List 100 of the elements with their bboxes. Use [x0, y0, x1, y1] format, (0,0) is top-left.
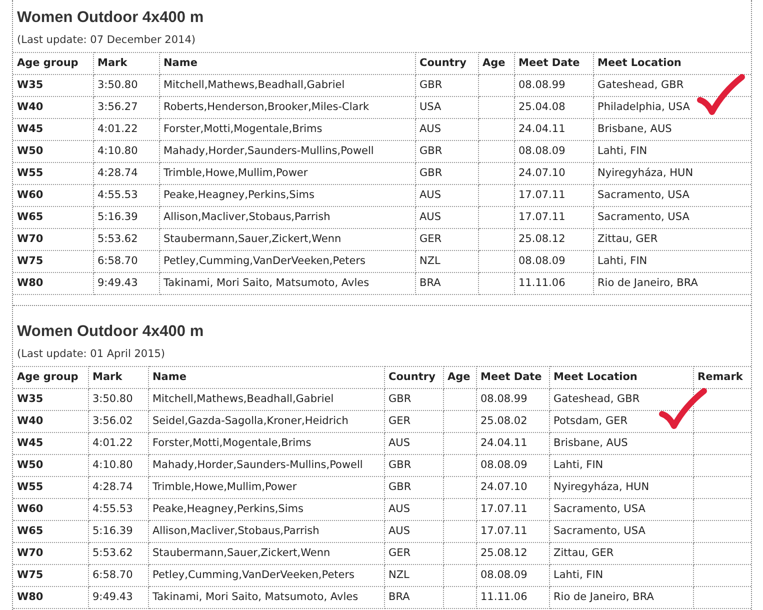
section-title: Women Outdoor 4x400 m: [17, 8, 205, 28]
column-header: Country: [384, 366, 443, 388]
table-cell: AUS: [384, 432, 443, 454]
table-cell: W40: [13, 96, 93, 118]
table-cell: 25.08.02: [476, 410, 549, 432]
table-cell: 17.07.11: [514, 184, 593, 206]
column-header: Mark: [88, 366, 148, 388]
table-cell: Takinami, Mori Saito, Matsumoto, Avles: [159, 272, 415, 294]
table-cell: W65: [13, 520, 88, 542]
table-cell: GBR: [415, 162, 478, 184]
column-header: Meet Date: [514, 52, 593, 74]
table-cell: NZL: [415, 250, 478, 272]
table-cell: Lahti, FIN: [549, 454, 693, 476]
table-cell: BRA: [384, 586, 443, 608]
table-cell: 4:01.22: [93, 118, 159, 140]
table-cell: Staubermann,Sauer,Zickert,Wenn: [148, 542, 384, 564]
table-cell: W50: [13, 140, 93, 162]
table-cell: GBR: [415, 74, 478, 96]
table-cell: 11.11.06: [514, 272, 593, 294]
table-cell: 17.07.11: [476, 520, 549, 542]
table-cell: W35: [13, 388, 88, 410]
table-cell: Brisbane, AUS: [549, 432, 693, 454]
table-cell: Roberts,Henderson,Brooker,Miles-Clark: [159, 96, 415, 118]
table-cell: Sacramento, USA: [549, 498, 693, 520]
column-header: Age group: [13, 52, 93, 74]
table-cell: W45: [13, 118, 93, 140]
table-cell: W75: [13, 250, 93, 272]
table-cell: W40: [13, 410, 88, 432]
table-cell: Mahady,Horder,Saunders-Mullins,Powell: [148, 454, 384, 476]
table-cell: 11.11.06: [476, 586, 549, 608]
table-cell: GBR: [415, 140, 478, 162]
table-cell: W55: [13, 162, 93, 184]
table-cell: GER: [384, 410, 443, 432]
table-cell: Allison,Macliver,Stobaus,Parrish: [148, 520, 384, 542]
table-cell: 4:55.53: [88, 498, 148, 520]
table-cell: 4:10.80: [88, 454, 148, 476]
table-cell: W35: [13, 74, 93, 96]
column-header: Age: [478, 52, 514, 74]
table-cell: GBR: [384, 476, 443, 498]
table-cell: Lahti, FIN: [549, 564, 693, 586]
table-cell: Mahady,Horder,Saunders-Mullins,Powell: [159, 140, 415, 162]
table-cell: 4:55.53: [93, 184, 159, 206]
table-cell: 3:56.27: [93, 96, 159, 118]
table-cell: 24.04.11: [476, 432, 549, 454]
table-cell: Sacramento, USA: [549, 520, 693, 542]
table-cell: Trimble,Howe,Mullim,Power: [159, 162, 415, 184]
table-cell: 5:53.62: [93, 228, 159, 250]
table-cell: Allison,Macliver,Stobaus,Parrish: [159, 206, 415, 228]
table-cell: W80: [13, 586, 88, 608]
table-cell: AUS: [384, 498, 443, 520]
column-header: Name: [159, 52, 415, 74]
last-update-text: (Last update: 07 December 2014): [17, 33, 196, 48]
table-cell: AUS: [384, 520, 443, 542]
table-cell: Seidel,Gazda-Sagolla,Kroner,Heidrich: [148, 410, 384, 432]
table-cell: 08.08.09: [476, 454, 549, 476]
table-cell: 6:58.70: [88, 564, 148, 586]
table-cell: W45: [13, 432, 88, 454]
column-header: Meet Date: [476, 366, 549, 388]
table-cell: Mitchell,Mathews,Beadhall,Gabriel: [159, 74, 415, 96]
table-cell: 5:16.39: [93, 206, 159, 228]
table-cell: 9:49.43: [93, 272, 159, 294]
column-header: Name: [148, 366, 384, 388]
table-cell: GER: [415, 228, 478, 250]
table-cell: 6:58.70: [93, 250, 159, 272]
table-cell: W70: [13, 542, 88, 564]
column-header: Remark: [693, 366, 751, 388]
column-header: Mark: [93, 52, 159, 74]
table-cell: Petley,Cumming,VanDerVeeken,Peters: [148, 564, 384, 586]
table-cell: GER: [384, 542, 443, 564]
table-cell: W55: [13, 476, 88, 498]
table-cell: BRA: [415, 272, 478, 294]
table-cell: Rio de Janeiro, BRA: [549, 586, 693, 608]
table-cell: 17.07.11: [514, 206, 593, 228]
table-cell: Mitchell,Mathews,Beadhall,Gabriel: [148, 388, 384, 410]
table-cell: AUS: [415, 184, 478, 206]
table-cell: Takinami, Mori Saito, Matsumoto, Avles: [148, 586, 384, 608]
column-header: Meet Location: [593, 52, 751, 74]
table-cell: Gateshead, GBR: [549, 388, 693, 410]
table-cell: Forster,Motti,Mogentale,Brims: [159, 118, 415, 140]
table-cell: 08.08.09: [514, 250, 593, 272]
table-cell: 08.08.99: [476, 388, 549, 410]
table-cell: W50: [13, 454, 88, 476]
section-title: Women Outdoor 4x400 m: [17, 322, 205, 342]
table-cell: 25.08.12: [514, 228, 593, 250]
table-cell: 24.07.10: [514, 162, 593, 184]
table-cell: 5:53.62: [88, 542, 148, 564]
table-cell: W65: [13, 206, 93, 228]
table-cell: 4:28.74: [88, 476, 148, 498]
table-cell: 4:01.22: [88, 432, 148, 454]
table-cell: 24.04.11: [514, 118, 593, 140]
table-cell: 08.08.09: [514, 140, 593, 162]
table-cell: Forster,Motti,Mogentale,Brims: [148, 432, 384, 454]
table-cell: W70: [13, 228, 93, 250]
table-cell: 25.04.08: [514, 96, 593, 118]
table-cell: W80: [13, 272, 93, 294]
column-header: Meet Location: [549, 366, 693, 388]
table-cell: 4:10.80: [93, 140, 159, 162]
column-header: Age group: [13, 366, 88, 388]
table-cell: GBR: [384, 454, 443, 476]
table-cell: 25.08.12: [476, 542, 549, 564]
